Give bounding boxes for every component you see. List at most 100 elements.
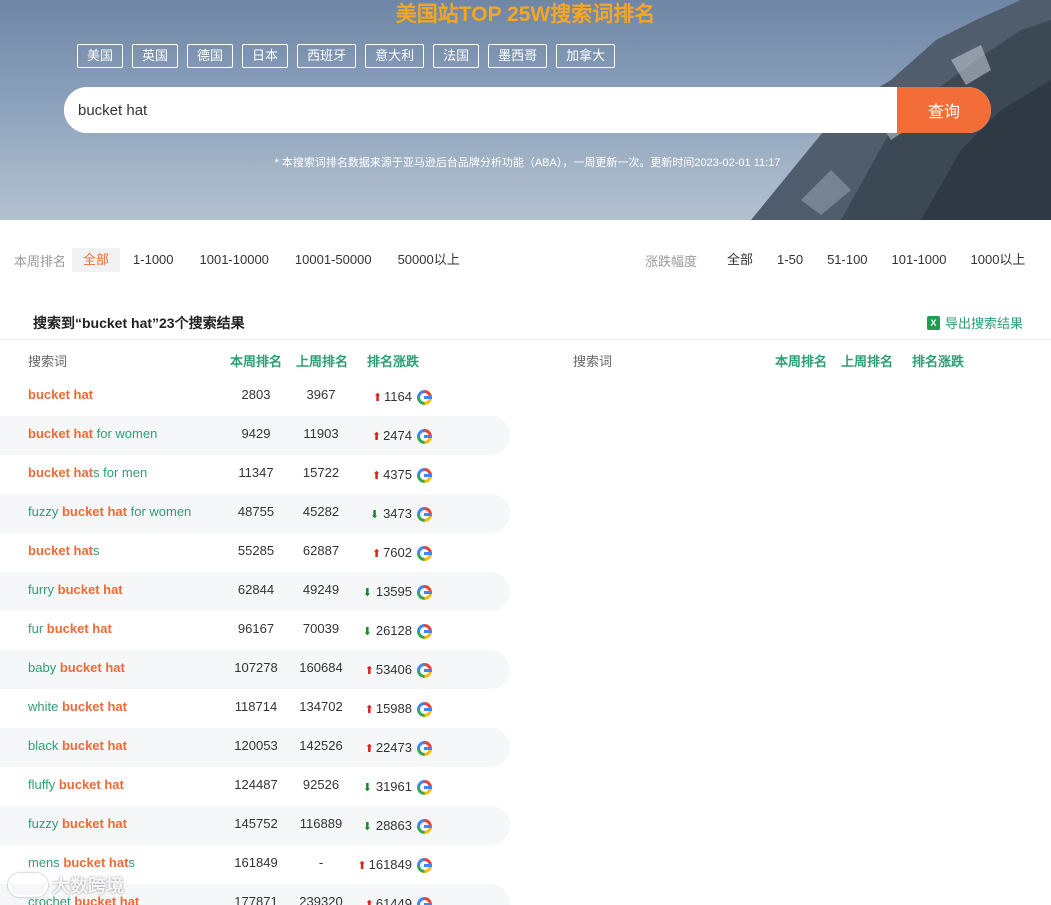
- keyword-link[interactable]: bucket hat for women: [28, 426, 157, 441]
- rank-filter-1001-10000[interactable]: 1001-10000: [187, 248, 282, 272]
- watermark-logo-icon: [8, 873, 48, 897]
- google-search-icon[interactable]: [417, 390, 432, 405]
- last-week-rank: 62887: [302, 543, 340, 558]
- country-tab-es[interactable]: 西班牙: [297, 44, 357, 68]
- keyword-link[interactable]: fuzzy bucket hat: [28, 816, 127, 831]
- keyword-link[interactable]: baby bucket hat: [28, 660, 125, 675]
- rank-change-value: 22473: [375, 740, 412, 755]
- this-week-rank: 96167: [237, 621, 275, 636]
- col-header-change-right[interactable]: 排名涨跌: [912, 351, 964, 370]
- change-filter-51-100[interactable]: 51-100: [815, 248, 879, 272]
- table-row: fluffy bucket hat 124487 92526 ⬇ 31961: [0, 767, 510, 806]
- google-search-icon[interactable]: [417, 429, 432, 444]
- google-search-icon[interactable]: [417, 546, 432, 561]
- col-header-keyword: 搜索词: [28, 354, 68, 369]
- this-week-rank: 11347: [238, 465, 274, 480]
- keyword-suffix: for women: [93, 426, 158, 441]
- rank-change-value: 13595: [375, 584, 412, 599]
- arrow-down-icon: ⬇: [362, 587, 372, 599]
- keyword-link[interactable]: furry bucket hat: [28, 582, 123, 597]
- rank-filter-10001-50000[interactable]: 10001-50000: [282, 248, 385, 272]
- arrow-up-icon: ⬆: [371, 548, 382, 560]
- google-search-icon[interactable]: [417, 702, 432, 717]
- google-search-icon[interactable]: [417, 780, 432, 795]
- col-header-last-week[interactable]: 上周排名: [296, 351, 348, 370]
- country-tab-jp[interactable]: 日本: [242, 44, 289, 68]
- col-header-keyword-right: 搜索词: [573, 354, 613, 369]
- rank-change-value: 61449: [375, 896, 412, 905]
- rank-filter-all[interactable]: 全部: [72, 248, 121, 272]
- keyword-highlight: bucket hat: [46, 621, 112, 636]
- google-search-icon[interactable]: [417, 897, 432, 905]
- search-button[interactable]: 查询: [897, 87, 991, 133]
- change-filter-all[interactable]: 全部: [703, 248, 765, 272]
- keyword-link[interactable]: bucket hats for men: [28, 465, 147, 480]
- country-tab-it[interactable]: 意大利: [365, 44, 425, 68]
- col-header-last-week-right[interactable]: 上周排名: [841, 351, 893, 370]
- keyword-highlight: bucket hat: [28, 387, 94, 402]
- arrow-up-icon: ⬆: [357, 860, 367, 872]
- last-week-rank: 160684: [299, 660, 343, 675]
- col-header-change[interactable]: 排名涨跌: [367, 351, 419, 370]
- rank-filter-50000-plus[interactable]: 50000以上: [385, 248, 473, 272]
- change-filter-1000-plus[interactable]: 1000以上: [959, 248, 1038, 272]
- change-filter-1-50[interactable]: 1-50: [765, 248, 815, 272]
- last-week-rank: 11903: [303, 426, 339, 441]
- table-row: fur bucket hat 96167 70039 ⬇ 26128: [0, 611, 510, 650]
- arrow-up-icon: ⬆: [364, 899, 374, 905]
- country-tab-us[interactable]: 美国: [77, 44, 124, 68]
- country-tab-uk[interactable]: 英国: [132, 44, 179, 68]
- arrow-up-icon: ⬆: [364, 743, 374, 755]
- keyword-link[interactable]: bucket hats: [28, 543, 100, 558]
- watermark: 大数跨境: [8, 872, 124, 898]
- keyword-link[interactable]: bucket hat: [28, 387, 93, 402]
- last-week-rank: 15722: [302, 465, 340, 480]
- country-tab-de[interactable]: 德国: [187, 44, 234, 68]
- keyword-prefix: fuzzy: [28, 816, 62, 831]
- search-input[interactable]: [64, 87, 897, 133]
- last-week-rank: 45282: [302, 504, 340, 519]
- this-week-rank: 55285: [237, 543, 275, 558]
- table-row: white bucket hat 118714 134702 ⬆ 15988: [0, 689, 510, 728]
- watermark-text: 大数跨境: [52, 876, 124, 896]
- google-search-icon[interactable]: [417, 741, 432, 756]
- keyword-link[interactable]: fur bucket hat: [28, 621, 112, 636]
- keyword-link[interactable]: black bucket hat: [28, 738, 127, 753]
- rank-change: ⬇ 3473: [352, 506, 412, 521]
- google-search-icon[interactable]: [417, 819, 432, 834]
- google-search-icon[interactable]: [417, 507, 432, 522]
- google-search-icon[interactable]: [417, 468, 432, 483]
- rank-change: ⬇ 26128: [352, 623, 412, 638]
- rank-filter-1-1000[interactable]: 1-1000: [120, 248, 186, 272]
- this-week-rank: 2803: [241, 387, 271, 402]
- last-week-rank: -: [318, 855, 324, 870]
- table-row: bucket hats for men 11347 15722 ⬆ 4375: [0, 455, 510, 494]
- keyword-highlight: bucket hat: [28, 543, 94, 558]
- table-row: fuzzy bucket hat 145752 116889 ⬇ 28863: [0, 806, 510, 845]
- keyword-highlight: bucket hat: [59, 660, 125, 675]
- google-search-icon[interactable]: [417, 624, 432, 639]
- rank-change: ⬇ 13595: [352, 584, 412, 599]
- keyword-link[interactable]: fluffy bucket hat: [28, 777, 124, 792]
- country-tab-mx[interactable]: 墨西哥: [488, 44, 548, 68]
- keyword-link[interactable]: fuzzy bucket hat for women: [28, 504, 191, 519]
- keyword-prefix: white: [28, 699, 62, 714]
- this-week-rank: 161849: [234, 855, 278, 870]
- rank-change: ⬆ 161849: [352, 857, 412, 872]
- google-search-icon[interactable]: [417, 858, 432, 873]
- country-tab-fr[interactable]: 法国: [433, 44, 480, 68]
- google-search-icon[interactable]: [417, 585, 432, 600]
- col-header-this-week[interactable]: 本周排名: [230, 351, 282, 370]
- keyword-suffix: s for men: [93, 465, 148, 480]
- rank-change-value: 26128: [375, 623, 412, 638]
- rank-change: ⬆ 7602: [352, 545, 412, 560]
- change-filter-101-1000[interactable]: 101-1000: [880, 248, 959, 272]
- col-header-this-week-right[interactable]: 本周排名: [775, 351, 827, 370]
- google-search-icon[interactable]: [417, 663, 432, 678]
- arrow-up-icon: ⬆: [372, 392, 383, 404]
- keyword-link[interactable]: mens bucket hats: [28, 855, 135, 870]
- export-results-link[interactable]: X 导出搜索结果: [926, 313, 1023, 332]
- arrow-down-icon: ⬇: [362, 782, 372, 794]
- country-tab-ca[interactable]: 加拿大: [556, 44, 616, 68]
- keyword-link[interactable]: white bucket hat: [28, 699, 127, 714]
